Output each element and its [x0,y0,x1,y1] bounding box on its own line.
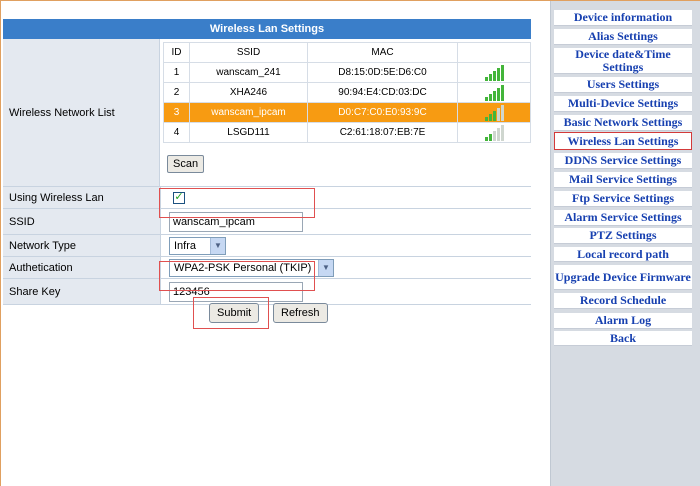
table-row[interactable]: 4 LSGD111 C2:61:18:07:EB:7E [163,122,531,143]
wireless-network-list-label: Wireless Network List [3,39,160,186]
sidebar-item-mail-service-settings[interactable]: Mail Service Settings [554,172,692,188]
signal-strength-icon [484,84,504,101]
cell-mac: 90:94:E4:CD:03:DC [307,82,458,103]
cell-signal [457,122,531,143]
using-wireless-label: Using Wireless Lan [3,187,161,208]
col-header-mac: MAC [307,42,458,63]
wireless-network-list-row: Wireless Network List ID SSID MAC 1 wansc… [3,39,531,187]
ssid-highlight-box [159,188,315,218]
cell-signal [457,102,531,123]
cell-mac: D8:15:0D:5E:D6:C0 [307,62,458,83]
sidebar-item-alarm-log[interactable]: Alarm Log [554,313,692,329]
cell-id: 1 [163,62,190,83]
sidebar-item-basic-network-settings[interactable]: Basic Network Settings [554,115,692,131]
submit-button[interactable]: Submit [209,303,260,323]
sidebar-item-back[interactable]: Back [554,331,692,346]
network-type-row: Network Type Infra ▼ [3,235,531,257]
cell-mac: D0:C7:C0:E0:93:9C [307,102,458,123]
cell-ssid: wanscam_241 [189,62,308,83]
sidebar-item-wireless-lan-settings[interactable]: Wireless Lan Settings [554,132,692,150]
sidebar-item-ftp-service-settings[interactable]: Ftp Service Settings [554,191,692,207]
sidebar-item-device-information[interactable]: Device information [554,10,692,26]
signal-strength-icon [484,64,504,81]
sidebar-item-multi-device-settings[interactable]: Multi-Device Settings [554,96,692,112]
sidebar-item-ptz-settings[interactable]: PTZ Settings [554,228,692,244]
sidebar-item-users-settings[interactable]: Users Settings [554,77,692,93]
page: Wireless Lan Settings Wireless Network L… [0,0,700,486]
network-table: ID SSID MAC 1 wanscam_241 D8:15:0D:5E:D6:C… [163,42,531,143]
cell-signal [457,82,531,103]
signal-strength-icon [484,124,504,141]
sidebar-item-ddns-service-settings[interactable]: DDNS Service Settings [554,153,692,169]
table-row[interactable]: 3 wanscam_ipcam D0:C7:C0:E0:93:9C [163,102,531,123]
cell-ssid: wanscam_ipcam [189,102,308,123]
cell-id: 4 [163,122,190,143]
network-type-select[interactable]: Infra ▼ [169,236,226,255]
chevron-down-icon[interactable]: ▼ [318,259,333,276]
share-key-highlight-box [159,261,315,291]
wireless-network-list: ID SSID MAC 1 wanscam_241 D8:15:0D:5E:D6:C… [160,39,531,186]
authentication-label: Authetication [3,257,161,278]
sidebar-item-record-schedule[interactable]: Record Schedule [554,293,692,309]
sidebar-item-alarm-service-settings[interactable]: Alarm Service Settings [554,210,692,226]
sidebar: Device information Alias Settings Device d… [550,1,700,486]
refresh-button[interactable]: Refresh [273,303,328,323]
table-row[interactable]: 1 wanscam_241 D8:15:0D:5E:D6:C0 [163,62,531,83]
sidebar-item-alias-settings[interactable]: Alias Settings [554,29,692,45]
cell-id: 2 [163,82,190,103]
cell-ssid: LSGD111 [189,122,308,143]
table-header-row: ID SSID MAC [163,42,531,63]
chevron-down-icon[interactable]: ▼ [210,237,225,254]
cell-mac: C2:61:18:07:EB:7E [307,122,458,143]
sidebar-item-device-date-time-settings[interactable]: Device date&Time Settings [554,47,692,74]
page-title: Wireless Lan Settings [3,19,531,39]
cell-signal [457,62,531,83]
cell-ssid: XHA246 [189,82,308,103]
network-type-label: Network Type [3,235,161,256]
sidebar-item-upgrade-device-firmware[interactable]: Upgrade Device Firmware [554,265,692,290]
signal-strength-icon [484,104,504,121]
network-type-value: Infra [174,239,197,252]
sidebar-item-local-record-path[interactable]: Local record path [554,247,692,262]
col-header-ssid: SSID [189,42,308,63]
cell-id: 3 [163,102,190,123]
share-key-label: Share Key [3,279,161,304]
scan-button[interactable]: Scan [167,155,205,173]
ssid-label: SSID [3,209,161,234]
table-row[interactable]: 2 XHA246 90:94:E4:CD:03:DC [163,82,531,103]
col-header-id: ID [163,42,190,63]
col-header-signal [457,42,531,63]
